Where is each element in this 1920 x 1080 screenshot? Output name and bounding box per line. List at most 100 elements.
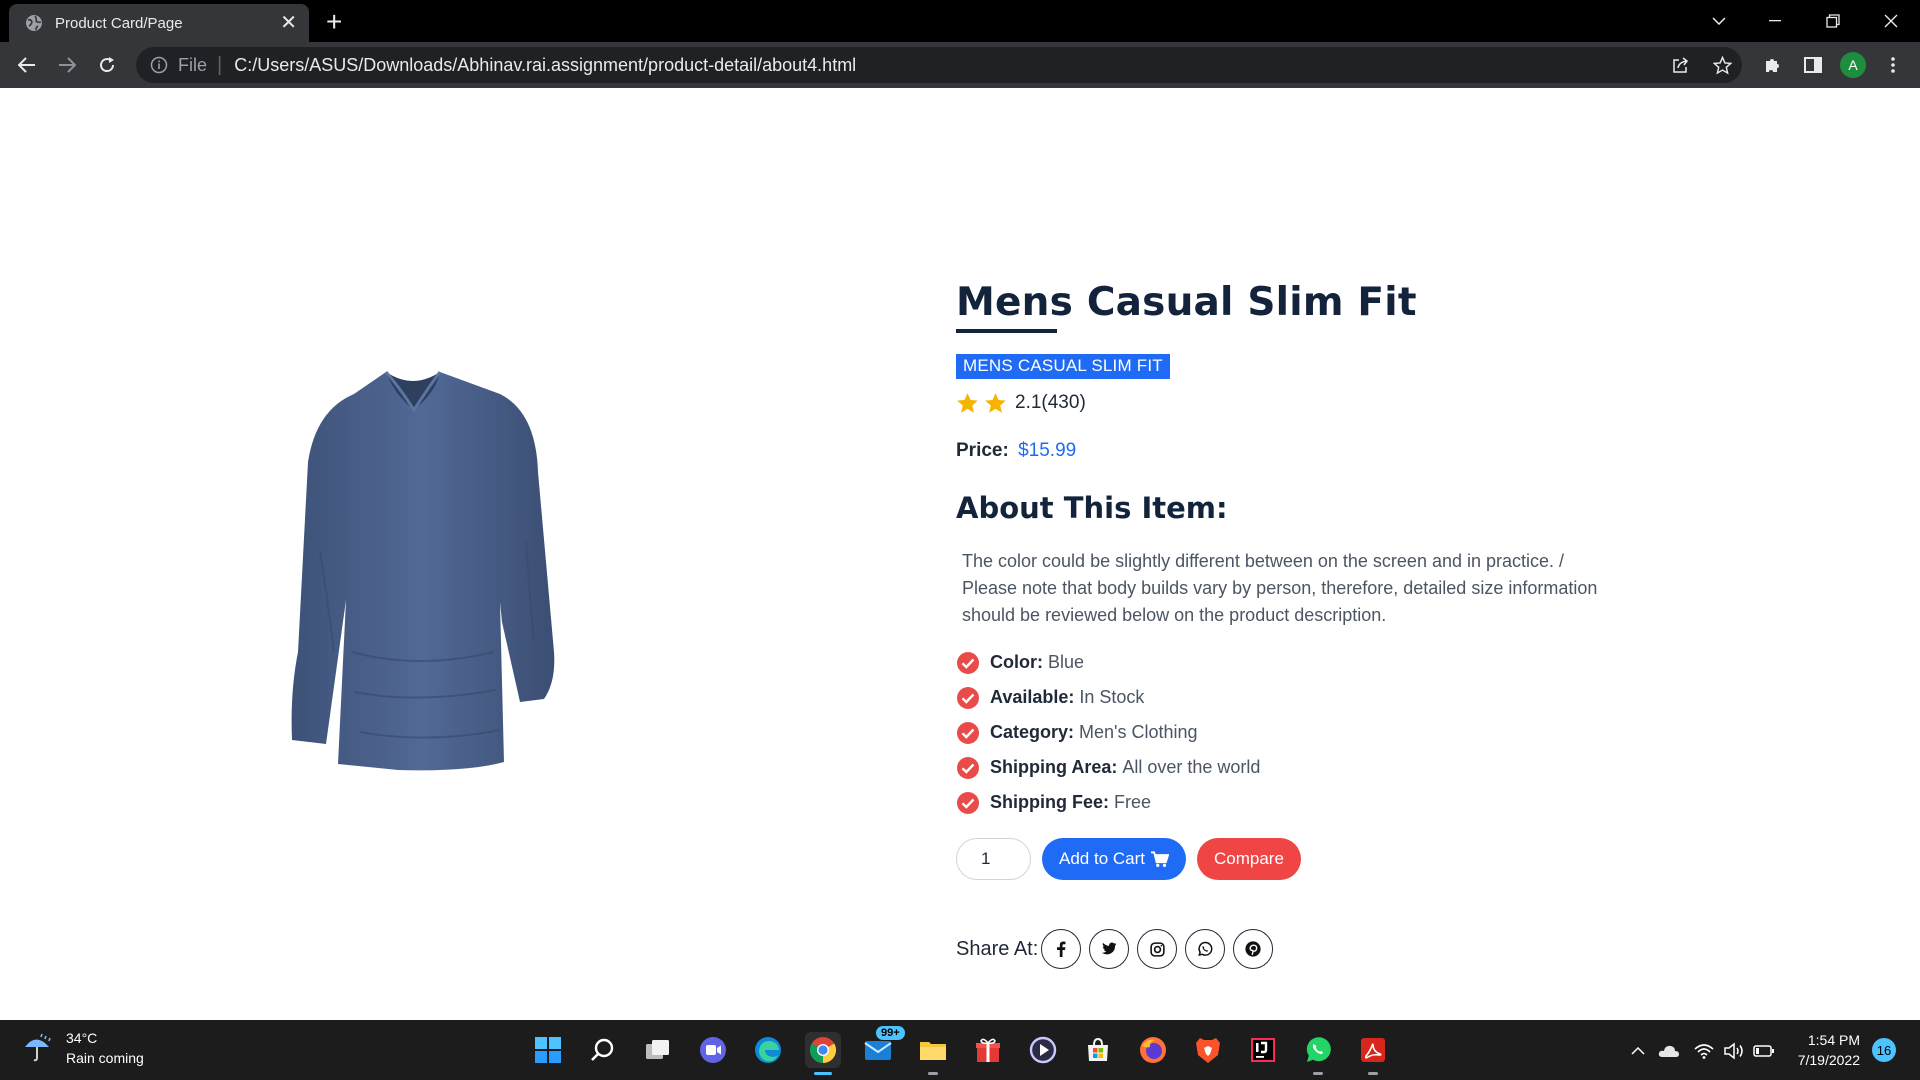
weather-desc: Rain coming bbox=[66, 1050, 144, 1066]
share-label: Share At: bbox=[956, 937, 1039, 960]
instagram-icon[interactable] bbox=[1137, 929, 1178, 969]
chrome-menu-icon[interactable] bbox=[1878, 50, 1908, 80]
mail-icon[interactable]: 99+ bbox=[860, 1026, 905, 1068]
tab-close-icon[interactable]: ✕ bbox=[280, 13, 297, 33]
extensions-puzzle-icon[interactable] bbox=[1758, 50, 1788, 80]
minimize-icon[interactable] bbox=[1752, 0, 1798, 42]
spec-value: In Stock bbox=[1079, 687, 1145, 707]
spec-item-availability: Available: In Stock bbox=[956, 680, 1656, 715]
edge-browser-icon[interactable] bbox=[750, 1032, 786, 1068]
media-player-icon[interactable] bbox=[1025, 1032, 1061, 1068]
search-icon[interactable] bbox=[585, 1032, 621, 1068]
compare-button[interactable]: Compare bbox=[1197, 838, 1301, 880]
check-circle-icon bbox=[956, 686, 980, 710]
product-description: The color could be slightly different be… bbox=[962, 551, 1598, 625]
spec-value: Free bbox=[1114, 792, 1152, 812]
intellij-idea-icon[interactable] bbox=[1245, 1032, 1281, 1068]
close-window-icon[interactable] bbox=[1868, 0, 1914, 42]
open-app-indicator bbox=[928, 1072, 938, 1075]
star-icon bbox=[956, 392, 979, 415]
rating-row: 2.1(430) bbox=[956, 390, 1656, 416]
notification-count-badge[interactable]: 16 bbox=[1872, 1038, 1896, 1062]
spec-value: Blue bbox=[1048, 652, 1085, 672]
bookmark-star-icon[interactable] bbox=[1707, 50, 1737, 80]
spec-item-shipping-fee: Shipping Fee: Free bbox=[956, 785, 1656, 820]
open-app-indicator bbox=[1313, 1072, 1323, 1075]
info-icon[interactable] bbox=[150, 56, 168, 74]
adobe-acrobat-icon[interactable] bbox=[1355, 1032, 1391, 1075]
wifi-icon[interactable] bbox=[1690, 1038, 1718, 1064]
browser-tab[interactable]: Product Card/Page ✕ bbox=[9, 4, 309, 42]
reload-icon[interactable] bbox=[92, 50, 122, 80]
globe-icon bbox=[25, 14, 43, 32]
spec-key: Shipping Fee: bbox=[990, 792, 1109, 812]
star-icon bbox=[984, 392, 1007, 415]
windows-taskbar: 34°C Rain coming 99+ 1:54 PM 7/19/2022 1… bbox=[0, 1020, 1920, 1080]
teams-chat-icon[interactable] bbox=[695, 1032, 731, 1068]
add-to-cart-label: Add to Cart bbox=[1059, 849, 1145, 868]
share-row: Share At: bbox=[956, 929, 1656, 969]
back-arrow-icon[interactable] bbox=[12, 50, 42, 80]
windows-start-icon[interactable] bbox=[530, 1032, 566, 1068]
battery-icon[interactable] bbox=[1750, 1038, 1778, 1064]
brave-browser-icon[interactable] bbox=[1190, 1032, 1226, 1068]
active-app-indicator bbox=[814, 1072, 832, 1075]
firefox-icon[interactable] bbox=[1135, 1032, 1171, 1068]
tab-title: Product Card/Page bbox=[55, 14, 183, 32]
price-row: Price: $15.99 bbox=[956, 440, 1656, 462]
product-title: Mens Casual Slim Fit bbox=[956, 280, 1417, 325]
weather-temp: 34°C bbox=[66, 1030, 98, 1046]
onedrive-cloud-icon[interactable] bbox=[1655, 1038, 1683, 1064]
file-explorer-icon[interactable] bbox=[915, 1032, 951, 1075]
check-circle-icon bbox=[956, 721, 980, 745]
add-to-cart-button[interactable]: Add to Cart bbox=[1042, 838, 1186, 880]
spec-key: Shipping Area: bbox=[990, 757, 1118, 777]
rain-umbrella-icon bbox=[22, 1032, 54, 1064]
price-value: $15.99 bbox=[1018, 440, 1077, 461]
open-app-indicator bbox=[1368, 1072, 1378, 1075]
microsoft-store-icon[interactable] bbox=[1080, 1032, 1116, 1068]
system-clock[interactable]: 1:54 PM 7/19/2022 bbox=[1784, 1030, 1860, 1070]
pinterest-icon[interactable] bbox=[1233, 929, 1274, 969]
whatsapp-app-icon[interactable] bbox=[1300, 1032, 1336, 1075]
check-circle-icon bbox=[956, 791, 980, 815]
url-scheme-label: File bbox=[178, 54, 208, 75]
volume-icon[interactable] bbox=[1720, 1038, 1748, 1064]
product-details: Mens Casual Slim Fit MENS CASUAL SLIM FI… bbox=[956, 278, 1656, 969]
facebook-icon[interactable] bbox=[1041, 929, 1082, 969]
spec-value: Men's Clothing bbox=[1079, 722, 1198, 742]
browser-toolbar: File | C:/Users/ASUS/Downloads/Abhinav.r… bbox=[0, 42, 1920, 88]
whatsapp-icon[interactable] bbox=[1185, 929, 1226, 969]
quantity-input[interactable] bbox=[956, 838, 1031, 880]
spec-item-shipping-area: Shipping Area: All over the world bbox=[956, 750, 1656, 785]
purchase-actions: Add to Cart Compare bbox=[956, 838, 1656, 880]
check-circle-icon bbox=[956, 756, 980, 780]
address-bar[interactable]: File | C:/Users/ASUS/Downloads/Abhinav.r… bbox=[136, 47, 1742, 83]
share-page-icon[interactable] bbox=[1666, 50, 1696, 80]
restore-icon[interactable] bbox=[1810, 0, 1856, 42]
spec-item-color: Color: Blue bbox=[956, 645, 1656, 680]
twitter-icon[interactable] bbox=[1089, 929, 1130, 969]
spec-value: All over the world bbox=[1122, 757, 1261, 777]
url-text[interactable]: C:/Users/ASUS/Downloads/Abhinav.rai.assi… bbox=[234, 55, 856, 76]
weather-widget[interactable]: 34°C Rain coming bbox=[22, 1028, 144, 1068]
product-page: Mens Casual Slim Fit MENS CASUAL SLIM FI… bbox=[0, 88, 1920, 1020]
clock-time: 1:54 PM bbox=[1807, 1032, 1860, 1048]
task-view-icon[interactable] bbox=[640, 1032, 676, 1068]
spec-key: Color: bbox=[990, 652, 1043, 672]
chrome-browser-icon[interactable] bbox=[805, 1032, 841, 1075]
profile-avatar[interactable]: A bbox=[1840, 52, 1866, 78]
gift-app-icon[interactable] bbox=[970, 1032, 1006, 1068]
chevron-up-icon[interactable] bbox=[1624, 1038, 1652, 1064]
forward-arrow-icon[interactable] bbox=[52, 50, 82, 80]
spec-list: Color: Blue Available: In Stock Category… bbox=[956, 645, 1656, 820]
product-badge: MENS CASUAL SLIM FIT bbox=[956, 354, 1170, 379]
mail-badge: 99+ bbox=[876, 1026, 905, 1040]
spec-item-category: Category: Men's Clothing bbox=[956, 715, 1656, 750]
tab-search-chevron-icon[interactable] bbox=[1696, 0, 1742, 42]
side-panel-icon[interactable] bbox=[1798, 50, 1828, 80]
check-circle-icon bbox=[956, 651, 980, 675]
product-image bbox=[268, 352, 598, 852]
new-tab-icon[interactable]: + bbox=[326, 8, 342, 36]
title-underline bbox=[956, 329, 1057, 333]
